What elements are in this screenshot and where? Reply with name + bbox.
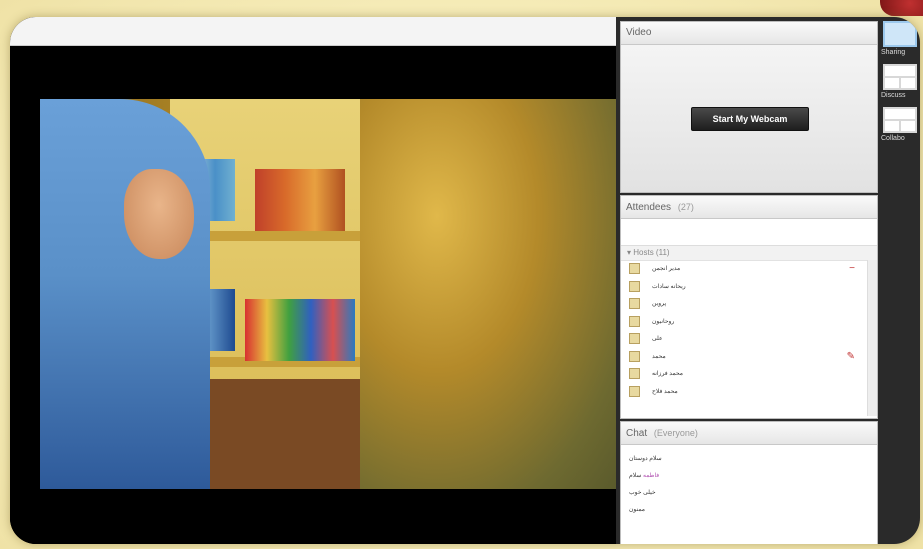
wall xyxy=(360,99,616,489)
attendee-item[interactable]: پروین xyxy=(621,295,867,313)
person-face xyxy=(124,169,194,259)
attendee-name: علی xyxy=(652,336,663,343)
collaborate-icon xyxy=(883,107,917,133)
chat-text: ممنون xyxy=(629,507,645,513)
attendees-toolbar xyxy=(621,219,877,246)
chat-text: سلام دوستان xyxy=(629,456,662,462)
chat-panel: Chat (Everyone) سلام دوستان فاطمه سلام خ… xyxy=(620,421,878,544)
attendee-name: روحانیون xyxy=(652,318,675,325)
hosts-label: Hosts (11) xyxy=(633,248,670,257)
user-icon xyxy=(629,315,640,327)
webcam-area: Start My Webcam xyxy=(621,45,877,192)
sidebar-item-discuss[interactable]: Discuss xyxy=(880,64,920,99)
layout-sidebar: Sharing Discuss Collabo xyxy=(880,21,920,541)
person xyxy=(40,99,210,489)
sidebar-label: Collabo xyxy=(881,135,905,142)
chat-title-bar: Chat (Everyone) xyxy=(621,422,877,445)
chat-title: Chat xyxy=(626,428,648,439)
user-icon xyxy=(629,385,640,397)
discuss-icon xyxy=(883,64,917,90)
user-icon xyxy=(629,298,640,310)
chat-message: فاطمه سلام xyxy=(629,468,869,485)
chat-messages: سلام دوستان فاطمه سلام خیلی خوب ممنون xyxy=(621,445,877,525)
hosts-group-header[interactable]: ▾ Hosts (11) xyxy=(621,246,877,261)
attendees-title-bar: Attendees (27) xyxy=(621,196,877,219)
chat-message: سلام دوستان xyxy=(629,451,869,468)
attendees-count: (27) xyxy=(677,202,694,212)
attendee-item[interactable]: محمد فلاح xyxy=(621,383,867,401)
corner-logo xyxy=(880,0,923,16)
user-icon xyxy=(629,263,640,275)
chat-message: خیلی خوب xyxy=(629,485,869,502)
status-icon: − xyxy=(849,263,855,275)
attendee-name: محمد فلاح xyxy=(652,388,678,395)
user-icon xyxy=(629,350,640,362)
chat-text: سلام xyxy=(629,473,642,479)
attendee-name: محمد xyxy=(652,353,666,360)
pencil-icon: ✎ xyxy=(846,350,855,362)
video-feed xyxy=(40,99,616,489)
attendee-item[interactable]: محمد فرزانه xyxy=(621,365,867,383)
chat-text: خیلی خوب xyxy=(629,490,656,496)
box xyxy=(210,379,360,489)
attendees-title: Attendees xyxy=(626,202,672,213)
attendee-item[interactable]: علی xyxy=(621,330,867,348)
sidebar-item-collaborate[interactable]: Collabo xyxy=(880,107,920,142)
video-panel-title: Video xyxy=(621,22,877,45)
books xyxy=(245,299,355,361)
chat-sender: فاطمه xyxy=(643,473,660,479)
attendee-item[interactable]: روحانیون xyxy=(621,313,867,331)
sidebar-item-sharing[interactable]: Sharing xyxy=(880,21,920,56)
stage-toolbar xyxy=(10,17,616,46)
chat-audience: (Everyone) xyxy=(653,428,698,438)
sharing-icon xyxy=(883,21,917,47)
attendees-scrollbar[interactable] xyxy=(867,260,877,416)
user-icon xyxy=(629,280,640,292)
chat-message: ممنون xyxy=(629,502,869,519)
user-icon xyxy=(629,368,640,380)
start-webcam-button[interactable]: Start My Webcam xyxy=(691,107,809,131)
video-panel: Video Start My Webcam xyxy=(620,21,878,193)
attendee-list: مدیر انجمن − ریحانه سادات پروین روحانیون … xyxy=(621,260,867,416)
share-stage xyxy=(10,17,616,544)
attendee-name: محمد فرزانه xyxy=(652,371,684,378)
attendees-panel: Attendees (27) ▾ Hosts (11) مدیر انجمن − … xyxy=(620,195,878,419)
attendee-item[interactable]: ریحانه سادات xyxy=(621,278,867,296)
attendee-item[interactable]: محمد ✎ xyxy=(621,348,867,366)
attendee-item[interactable]: مدیر انجمن − xyxy=(621,260,867,278)
sidebar-label: Sharing xyxy=(881,49,906,56)
user-icon xyxy=(629,333,640,345)
attendee-name: پروین xyxy=(652,301,667,308)
sidebar-label: Discuss xyxy=(881,92,906,99)
attendee-name: ریحانه سادات xyxy=(652,283,686,290)
stage-bottom xyxy=(10,489,616,544)
attendee-name: مدیر انجمن xyxy=(652,266,681,273)
meeting-window: Video Start My Webcam Attendees (27) ▾ H… xyxy=(10,17,920,544)
books xyxy=(255,169,345,231)
